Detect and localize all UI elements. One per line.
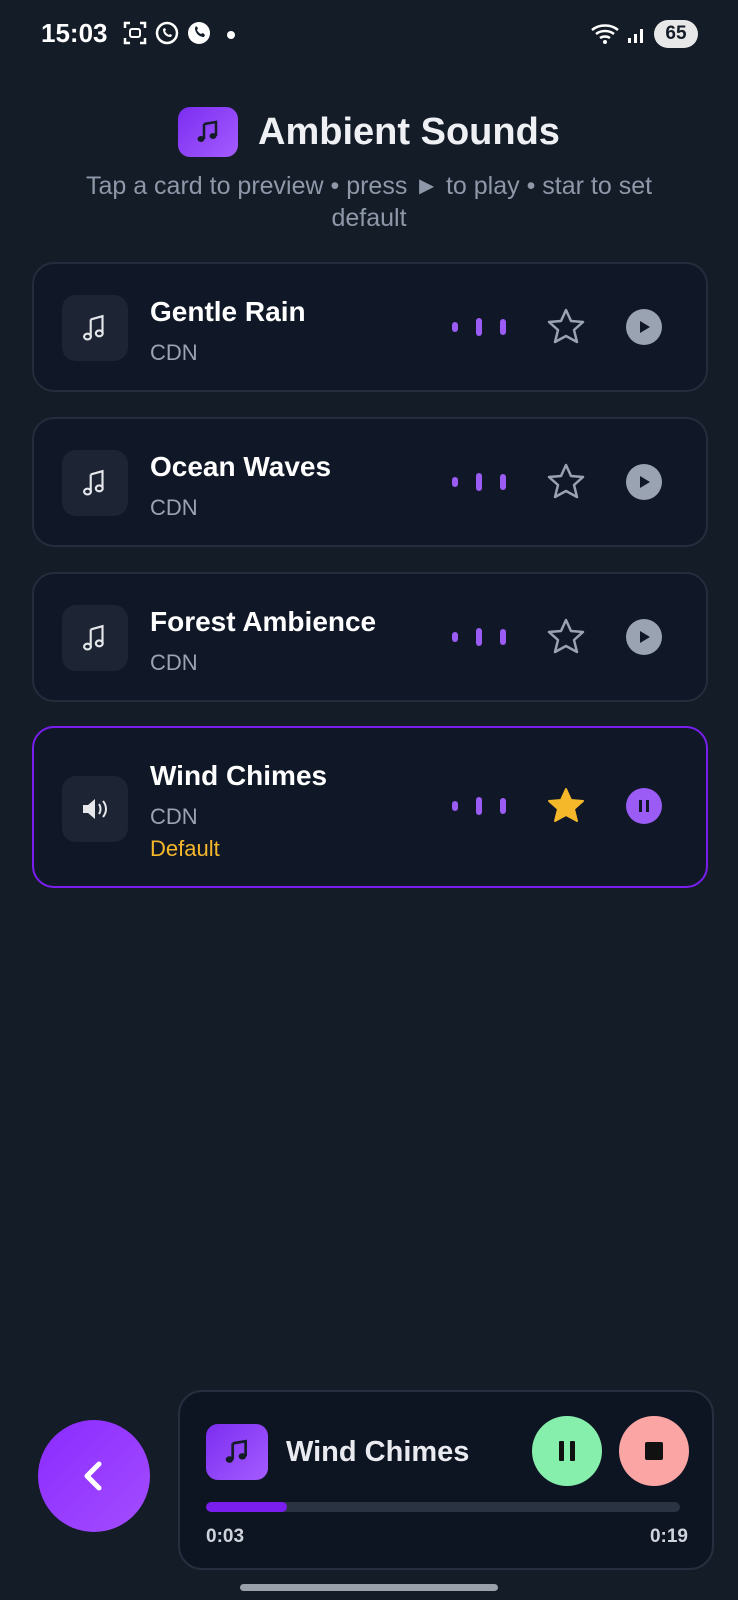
sound-card[interactable]: Gentle Rain CDN xyxy=(32,262,708,392)
eq-bar xyxy=(476,797,482,815)
sound-title: Forest Ambience xyxy=(150,606,377,637)
sound-source: CDN xyxy=(150,804,198,829)
music-note-icon xyxy=(225,1439,247,1463)
eq-bar xyxy=(500,798,506,814)
chevron-left-icon xyxy=(84,1461,102,1491)
sound-source: CDN xyxy=(150,495,198,520)
page-header: Ambient Sounds xyxy=(0,107,738,157)
stop-button[interactable] xyxy=(619,1416,689,1486)
progress-fill xyxy=(206,1502,287,1512)
pause-button[interactable] xyxy=(532,1416,602,1486)
star-outline-icon xyxy=(547,618,585,654)
sound-source: CDN xyxy=(150,650,198,675)
default-label: Default xyxy=(150,836,220,861)
equalizer-indicator xyxy=(452,316,510,338)
status-bar: 15:03 65 xyxy=(0,0,738,70)
status-time: 15:03 xyxy=(41,18,108,48)
star-filled-icon xyxy=(548,788,584,822)
now-playing-bar: Wind Chimes 0:03 0:19 xyxy=(178,1390,714,1570)
play-button[interactable] xyxy=(626,619,662,655)
sound-icon-tile xyxy=(62,776,128,842)
eq-bar xyxy=(476,628,482,646)
sound-card[interactable]: Wind Chimes CDN Default xyxy=(32,726,708,888)
eq-bar xyxy=(476,473,482,491)
viber-icon xyxy=(188,22,210,44)
eq-bar xyxy=(500,629,506,645)
favorite-star-button[interactable] xyxy=(544,305,588,349)
favorite-star-button[interactable] xyxy=(544,460,588,504)
eq-bar xyxy=(500,474,506,490)
music-note-icon xyxy=(197,120,218,142)
play-icon xyxy=(640,321,650,333)
total-time: 0:19 xyxy=(649,1526,688,1547)
star-outline-icon xyxy=(547,308,585,344)
music-note-icon xyxy=(82,624,104,651)
battery-indicator: 65 xyxy=(654,20,698,48)
favorite-star-button[interactable] xyxy=(544,615,588,659)
back-button[interactable] xyxy=(38,1420,150,1532)
eq-bar xyxy=(500,319,506,335)
sound-title: Gentle Rain xyxy=(150,296,306,327)
star-outline-icon xyxy=(547,463,585,499)
music-note-icon xyxy=(82,314,104,341)
player-title: Wind Chimes xyxy=(286,1436,470,1468)
sound-title: Wind Chimes xyxy=(150,760,328,791)
page-subtitle: Tap a card to preview • press ► to play … xyxy=(85,172,653,232)
music-note-icon xyxy=(82,469,104,496)
stop-icon xyxy=(645,1442,663,1460)
status-icons-left xyxy=(122,20,212,46)
eq-bar xyxy=(452,477,458,487)
sound-source: CDN xyxy=(150,340,198,365)
sound-card[interactable]: Forest Ambience CDN xyxy=(32,572,708,702)
play-button[interactable] xyxy=(626,464,662,500)
screenshot-icon xyxy=(123,21,147,45)
eq-bar xyxy=(476,318,482,336)
whatsapp-icon xyxy=(155,21,179,45)
notification-dot xyxy=(227,31,235,39)
play-icon xyxy=(640,631,650,643)
progress-bar[interactable] xyxy=(206,1502,680,1512)
eq-bar xyxy=(452,632,458,642)
sound-icon-tile xyxy=(62,450,128,516)
signal-icon xyxy=(628,29,643,43)
player-artwork xyxy=(206,1424,268,1480)
current-time: 0:03 xyxy=(206,1526,245,1547)
status-icons-right: 65 xyxy=(590,20,698,48)
favorite-star-button[interactable] xyxy=(544,784,588,828)
equalizer-indicator xyxy=(452,471,510,493)
sound-icon-tile xyxy=(62,605,128,671)
play-icon xyxy=(640,476,650,488)
pause-toggle-button[interactable] xyxy=(626,788,662,824)
eq-bar xyxy=(452,322,458,332)
page-title: Ambient Sounds xyxy=(258,110,560,153)
sound-icon-tile xyxy=(62,295,128,361)
equalizer-indicator xyxy=(452,795,510,817)
app-icon xyxy=(178,107,239,157)
play-button[interactable] xyxy=(626,309,662,345)
speaker-icon xyxy=(83,799,107,819)
wifi-icon xyxy=(591,24,619,44)
pause-icon xyxy=(559,1441,575,1461)
pause-icon xyxy=(639,800,649,812)
home-indicator xyxy=(240,1584,498,1591)
equalizer-indicator xyxy=(452,626,510,648)
eq-bar xyxy=(452,801,458,811)
sound-card[interactable]: Ocean Waves CDN xyxy=(32,417,708,547)
sound-title: Ocean Waves xyxy=(150,451,332,482)
